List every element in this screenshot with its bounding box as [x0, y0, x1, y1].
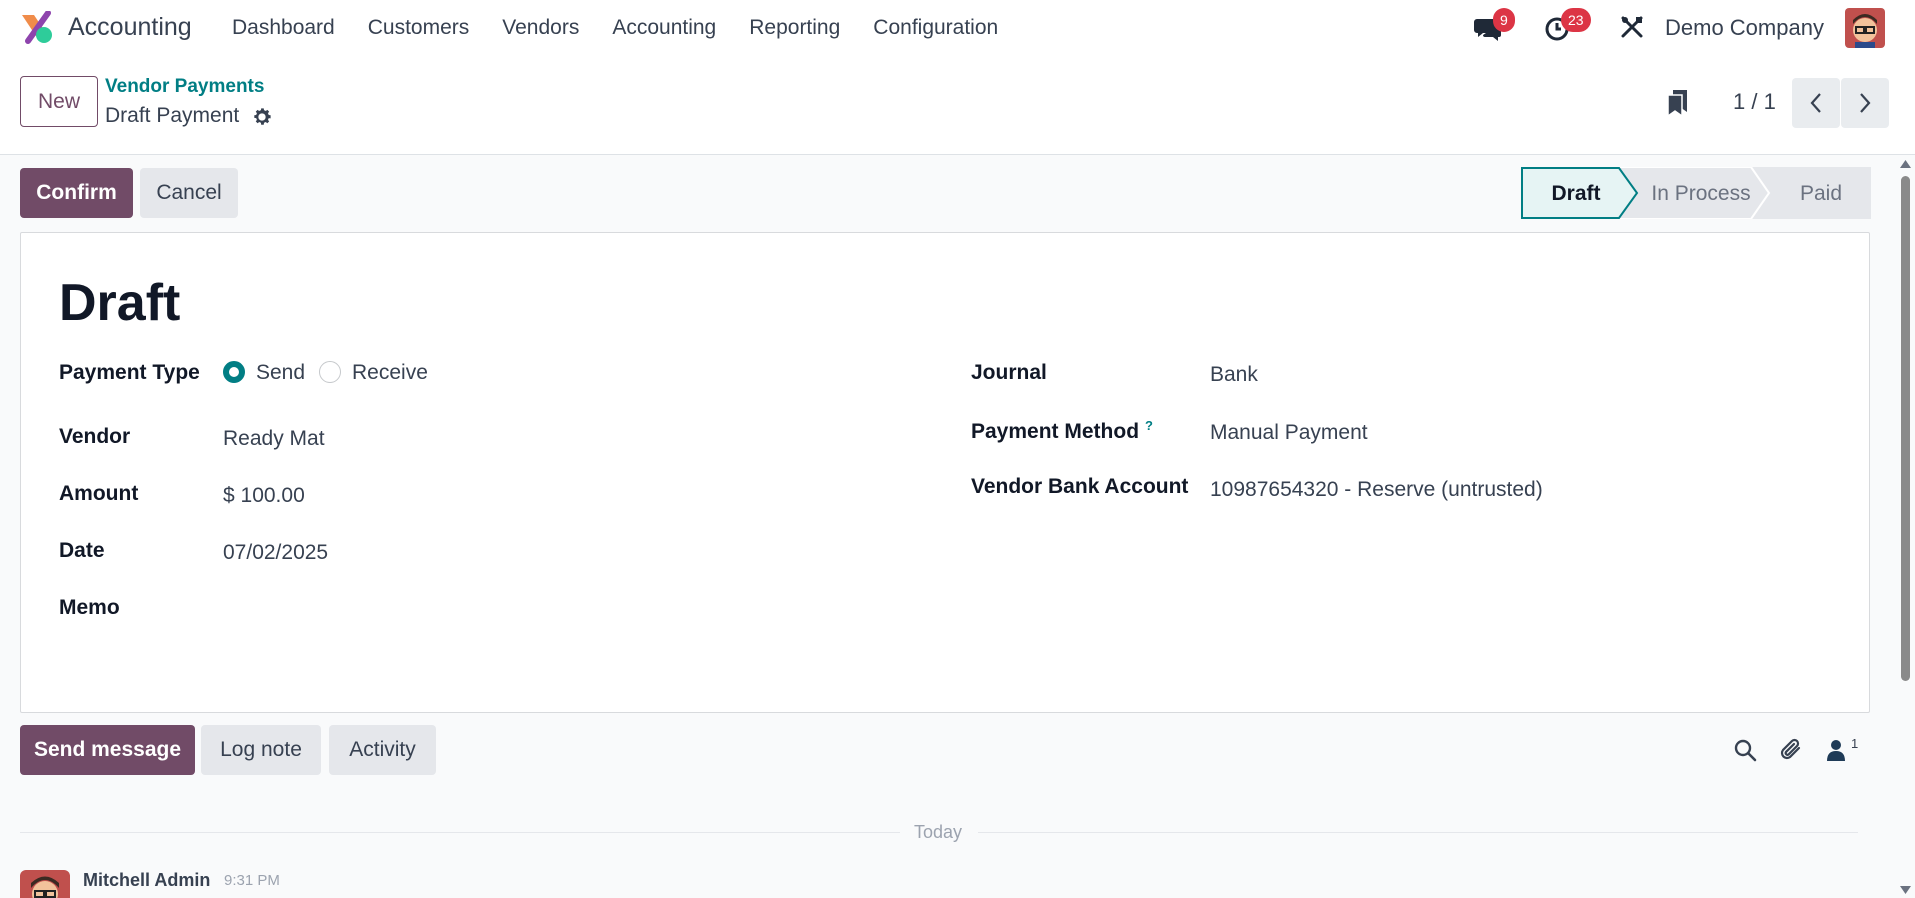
help-tooltip-icon[interactable]: ? [1145, 418, 1153, 433]
new-button[interactable]: New [20, 76, 98, 127]
vendor-field[interactable]: Ready Mat [223, 427, 325, 451]
breadcrumb-vendor-payments[interactable]: Vendor Payments [105, 76, 264, 98]
message-author[interactable]: Mitchell Admin [83, 870, 210, 891]
status-stages: Draft In Process Paid [1521, 167, 1871, 219]
accounting-app-icon[interactable] [20, 11, 52, 45]
pager-value[interactable]: 1 / 1 [1733, 89, 1776, 115]
payment-type-receive-label[interactable]: Receive [352, 361, 428, 385]
amount-label: Amount [59, 482, 139, 505]
record-title: Draft Payment [105, 104, 240, 127]
payment-type-label: Payment Type [59, 361, 200, 384]
menu-customers[interactable]: Customers [368, 16, 470, 40]
date-divider-left [20, 832, 900, 833]
menu-vendors[interactable]: Vendors [502, 16, 579, 40]
stage-draft-label[interactable]: Draft [1551, 182, 1600, 205]
activity-button[interactable]: Activity [329, 725, 436, 775]
menu-dashboard[interactable]: Dashboard [232, 16, 335, 40]
date-separator: Today [914, 822, 963, 842]
debug-tools-icon[interactable] [1620, 15, 1644, 39]
gear-icon[interactable] [251, 106, 273, 128]
menu-accounting[interactable]: Accounting [612, 16, 716, 40]
payment-method-label: Payment Method? [971, 418, 1153, 444]
log-note-button[interactable]: Log note [201, 725, 321, 775]
user-avatar[interactable] [1845, 8, 1885, 48]
bookmarks-icon[interactable] [1665, 88, 1691, 118]
pager-previous-button[interactable] [1792, 78, 1840, 128]
top-navbar: Accounting Dashboard Customers Vendors A… [0, 0, 1915, 56]
scroll-down-icon[interactable] [1900, 886, 1911, 894]
scroll-thumb[interactable] [1901, 176, 1910, 681]
payment-type-send-label[interactable]: Send [256, 361, 305, 385]
message-time: 9:31 PM [224, 872, 280, 889]
scroll-up-icon[interactable] [1900, 160, 1911, 168]
payment-type-receive-radio[interactable] [319, 361, 341, 383]
send-message-button[interactable]: Send message [20, 725, 195, 775]
date-label: Date [59, 539, 105, 562]
cancel-button[interactable]: Cancel [140, 168, 238, 218]
journal-field[interactable]: Bank [1210, 363, 1258, 387]
state-title: Draft [59, 274, 181, 332]
messages-badge: 9 [1493, 8, 1515, 32]
search-icon[interactable] [1733, 738, 1757, 762]
paperclip-icon[interactable] [1779, 737, 1805, 763]
chevron-right-icon [1860, 93, 1871, 113]
amount-field[interactable]: $ 100.00 [223, 484, 305, 508]
activities-badge: 23 [1561, 8, 1591, 32]
payment-method-field[interactable]: Manual Payment [1210, 421, 1368, 445]
chevron-left-icon [1810, 93, 1821, 113]
form-sheet: Draft Payment Type Send Receive Vendor R… [20, 232, 1870, 713]
vendor-bank-account-field[interactable]: 10987654320 - Reserve (untrusted) [1210, 478, 1543, 502]
memo-label: Memo [59, 596, 120, 619]
menu-configuration[interactable]: Configuration [873, 16, 998, 40]
followers-icon[interactable] [1826, 738, 1846, 762]
payment-method-label-text: Payment Method [971, 420, 1140, 443]
menu-reporting[interactable]: Reporting [749, 16, 840, 40]
confirm-button[interactable]: Confirm [20, 168, 133, 218]
date-divider-right [978, 832, 1858, 833]
main-menu: Dashboard Customers Vendors Accounting R… [232, 0, 1031, 56]
stage-paid-label[interactable]: Paid [1800, 182, 1842, 205]
followers-count: 1 [1851, 736, 1859, 751]
pager-next-button[interactable] [1841, 78, 1889, 128]
vendor-bank-account-label: Vendor Bank Account [971, 475, 1189, 498]
vendor-label: Vendor [59, 425, 131, 448]
vertical-scrollbar[interactable] [1895, 156, 1915, 898]
control-panel: New Vendor Payments Draft Payment 1 / 1 [0, 56, 1915, 155]
memo-field[interactable] [223, 598, 923, 626]
date-field[interactable]: 07/02/2025 [223, 541, 328, 565]
company-switcher[interactable]: Demo Company [1665, 15, 1824, 41]
payment-type-send-radio[interactable] [223, 361, 245, 383]
app-name[interactable]: Accounting [68, 13, 192, 42]
journal-label: Journal [971, 361, 1047, 384]
stage-in-process-label[interactable]: In Process [1651, 182, 1750, 205]
message-author-avatar[interactable] [20, 870, 70, 898]
